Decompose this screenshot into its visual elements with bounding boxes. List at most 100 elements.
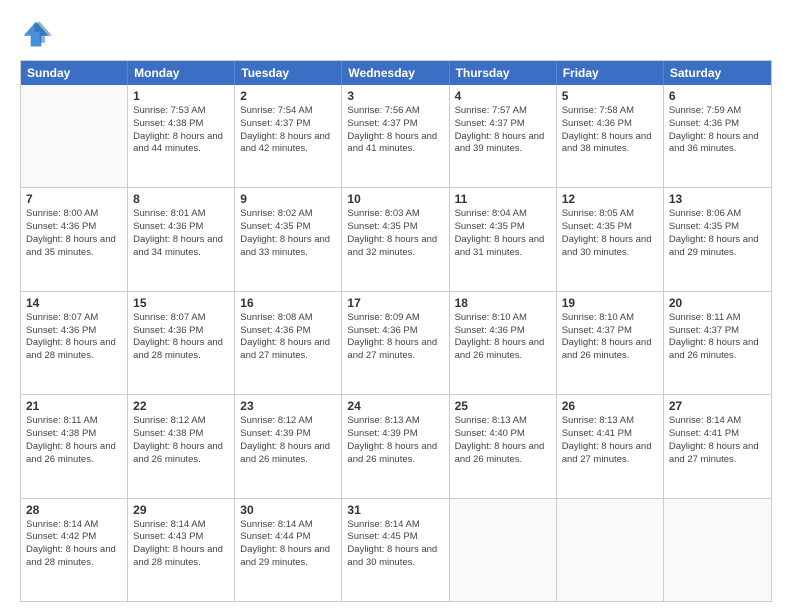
calendar-cell: 27Sunrise: 8:14 AMSunset: 4:41 PMDayligh… bbox=[664, 395, 771, 497]
calendar-cell: 6 Sunrise: 7:59 AMSunset: 4:36 PMDaylight… bbox=[664, 85, 771, 187]
daylight-text-part2: and 26 minutes. bbox=[26, 454, 122, 467]
daylight-text-part2: and 28 minutes. bbox=[133, 557, 229, 570]
daylight-text-part2: and 41 minutes. bbox=[347, 143, 443, 156]
day-info: Sunrise: 8:11 AMSunset: 4:38 PMDaylight:… bbox=[26, 415, 122, 466]
calendar-cell: 21 Sunrise: 8:11 AMSunset: 4:38 PMDayligh… bbox=[21, 395, 128, 497]
header-cell-tuesday: Tuesday bbox=[235, 61, 342, 85]
day-info: Sunrise: 7:59 AMSunset: 4:36 PMDaylight:… bbox=[669, 105, 766, 156]
daylight-text-part2: and 26 minutes. bbox=[562, 350, 658, 363]
daylight-text-part1: Daylight: 8 hours and bbox=[347, 234, 443, 247]
header-cell-friday: Friday bbox=[557, 61, 664, 85]
calendar-week-3: 21Sunrise: 8:11 AMSunset: 4:38 PMDayligh… bbox=[21, 395, 771, 498]
day-number: 21 bbox=[26, 399, 122, 413]
calendar-cell: 12Sunrise: 8:05 AMSunset: 4:35 PMDayligh… bbox=[557, 188, 664, 290]
sunrise-text: Sunrise: 8:11 AM bbox=[26, 415, 122, 428]
sunrise-text: Sunrise: 8:01 AM bbox=[133, 208, 229, 221]
sunset-text: Sunset: 4:39 PM bbox=[347, 428, 443, 441]
sunset-text: Sunset: 4:38 PM bbox=[133, 428, 229, 441]
daylight-text-part2: and 30 minutes. bbox=[347, 557, 443, 570]
day-number: 7 bbox=[26, 192, 122, 206]
header bbox=[20, 18, 772, 50]
day-number: 27 bbox=[669, 399, 766, 413]
daylight-text-part1: Daylight: 8 hours and bbox=[347, 544, 443, 557]
daylight-text-part1: Daylight: 8 hours and bbox=[669, 337, 766, 350]
day-number: 20 bbox=[669, 296, 766, 310]
day-number: 1 bbox=[133, 89, 229, 103]
daylight-text-part2: and 28 minutes. bbox=[133, 350, 229, 363]
sunrise-text: Sunrise: 8:10 AM bbox=[455, 312, 551, 325]
sunset-text: Sunset: 4:45 PM bbox=[347, 531, 443, 544]
calendar-cell: 31Sunrise: 8:14 AMSunset: 4:45 PMDayligh… bbox=[342, 499, 449, 601]
sunrise-text: Sunrise: 8:13 AM bbox=[455, 415, 551, 428]
daylight-text-part1: Daylight: 8 hours and bbox=[669, 234, 766, 247]
sunset-text: Sunset: 4:36 PM bbox=[26, 221, 122, 234]
calendar-cell: 13 Sunrise: 8:06 AMSunset: 4:35 PMDayligh… bbox=[664, 188, 771, 290]
daylight-text-part1: Daylight: 8 hours and bbox=[133, 441, 229, 454]
calendar-cell: 23Sunrise: 8:12 AMSunset: 4:39 PMDayligh… bbox=[235, 395, 342, 497]
sunrise-text: Sunrise: 7:58 AM bbox=[562, 105, 658, 118]
daylight-text-part1: Daylight: 8 hours and bbox=[347, 337, 443, 350]
day-number: 13 bbox=[669, 192, 766, 206]
daylight-text-part1: Daylight: 8 hours and bbox=[240, 441, 336, 454]
day-number: 16 bbox=[240, 296, 336, 310]
daylight-text-part1: Daylight: 8 hours and bbox=[133, 234, 229, 247]
day-number: 15 bbox=[133, 296, 229, 310]
day-number: 3 bbox=[347, 89, 443, 103]
day-number: 29 bbox=[133, 503, 229, 517]
sunrise-text: Sunrise: 8:04 AM bbox=[455, 208, 551, 221]
day-info: Sunrise: 8:10 AMSunset: 4:37 PMDaylight:… bbox=[562, 312, 658, 363]
daylight-text-part2: and 32 minutes. bbox=[347, 247, 443, 260]
calendar-cell: 28Sunrise: 8:14 AMSunset: 4:42 PMDayligh… bbox=[21, 499, 128, 601]
day-info: Sunrise: 7:53 AMSunset: 4:38 PMDaylight:… bbox=[133, 105, 229, 156]
daylight-text-part2: and 31 minutes. bbox=[455, 247, 551, 260]
calendar-cell: 19 Sunrise: 8:10 AMSunset: 4:37 PMDayligh… bbox=[557, 292, 664, 394]
day-info: Sunrise: 8:06 AMSunset: 4:35 PMDaylight:… bbox=[669, 208, 766, 259]
calendar-cell: 15Sunrise: 8:07 AMSunset: 4:36 PMDayligh… bbox=[128, 292, 235, 394]
day-number: 12 bbox=[562, 192, 658, 206]
daylight-text-part2: and 27 minutes. bbox=[240, 350, 336, 363]
sunset-text: Sunset: 4:36 PM bbox=[347, 325, 443, 338]
sunset-text: Sunset: 4:35 PM bbox=[562, 221, 658, 234]
day-info: Sunrise: 8:04 AMSunset: 4:35 PMDaylight:… bbox=[455, 208, 551, 259]
daylight-text-part2: and 39 minutes. bbox=[455, 143, 551, 156]
calendar-cell bbox=[557, 499, 664, 601]
calendar-week-0: 1 Sunrise: 7:53 AMSunset: 4:38 PMDaylight… bbox=[21, 85, 771, 188]
day-number: 6 bbox=[669, 89, 766, 103]
calendar-cell: 29 Sunrise: 8:14 AMSunset: 4:43 PMDayligh… bbox=[128, 499, 235, 601]
calendar-cell: 4Sunrise: 7:57 AMSunset: 4:37 PMDaylight… bbox=[450, 85, 557, 187]
sunset-text: Sunset: 4:41 PM bbox=[669, 428, 766, 441]
sunrise-text: Sunrise: 8:13 AM bbox=[562, 415, 658, 428]
sunset-text: Sunset: 4:36 PM bbox=[669, 118, 766, 131]
sunrise-text: Sunrise: 7:53 AM bbox=[133, 105, 229, 118]
day-number: 9 bbox=[240, 192, 336, 206]
daylight-text-part1: Daylight: 8 hours and bbox=[562, 131, 658, 144]
sunset-text: Sunset: 4:36 PM bbox=[133, 325, 229, 338]
daylight-text-part1: Daylight: 8 hours and bbox=[133, 131, 229, 144]
daylight-text-part2: and 29 minutes. bbox=[669, 247, 766, 260]
calendar-cell: 14Sunrise: 8:07 AMSunset: 4:36 PMDayligh… bbox=[21, 292, 128, 394]
sunset-text: Sunset: 4:36 PM bbox=[562, 118, 658, 131]
day-number: 8 bbox=[133, 192, 229, 206]
daylight-text-part1: Daylight: 8 hours and bbox=[26, 337, 122, 350]
daylight-text-part2: and 29 minutes. bbox=[240, 557, 336, 570]
calendar-cell: 20Sunrise: 8:11 AMSunset: 4:37 PMDayligh… bbox=[664, 292, 771, 394]
sunrise-text: Sunrise: 8:14 AM bbox=[669, 415, 766, 428]
sunrise-text: Sunrise: 8:05 AM bbox=[562, 208, 658, 221]
day-info: Sunrise: 7:56 AMSunset: 4:37 PMDaylight:… bbox=[347, 105, 443, 156]
day-info: Sunrise: 8:14 AMSunset: 4:43 PMDaylight:… bbox=[133, 519, 229, 570]
sunset-text: Sunset: 4:40 PM bbox=[455, 428, 551, 441]
calendar-cell: 25Sunrise: 8:13 AMSunset: 4:40 PMDayligh… bbox=[450, 395, 557, 497]
sunrise-text: Sunrise: 7:59 AM bbox=[669, 105, 766, 118]
day-info: Sunrise: 7:57 AMSunset: 4:37 PMDaylight:… bbox=[455, 105, 551, 156]
calendar-header-row: SundayMondayTuesdayWednesdayThursdayFrid… bbox=[21, 61, 771, 85]
calendar-cell: 9Sunrise: 8:02 AMSunset: 4:35 PMDaylight… bbox=[235, 188, 342, 290]
daylight-text-part2: and 30 minutes. bbox=[562, 247, 658, 260]
sunset-text: Sunset: 4:36 PM bbox=[26, 325, 122, 338]
sunset-text: Sunset: 4:37 PM bbox=[347, 118, 443, 131]
sunset-text: Sunset: 4:43 PM bbox=[133, 531, 229, 544]
calendar-cell: 17Sunrise: 8:09 AMSunset: 4:36 PMDayligh… bbox=[342, 292, 449, 394]
daylight-text-part2: and 27 minutes. bbox=[562, 454, 658, 467]
day-number: 19 bbox=[562, 296, 658, 310]
calendar-cell: 11Sunrise: 8:04 AMSunset: 4:35 PMDayligh… bbox=[450, 188, 557, 290]
daylight-text-part1: Daylight: 8 hours and bbox=[455, 337, 551, 350]
